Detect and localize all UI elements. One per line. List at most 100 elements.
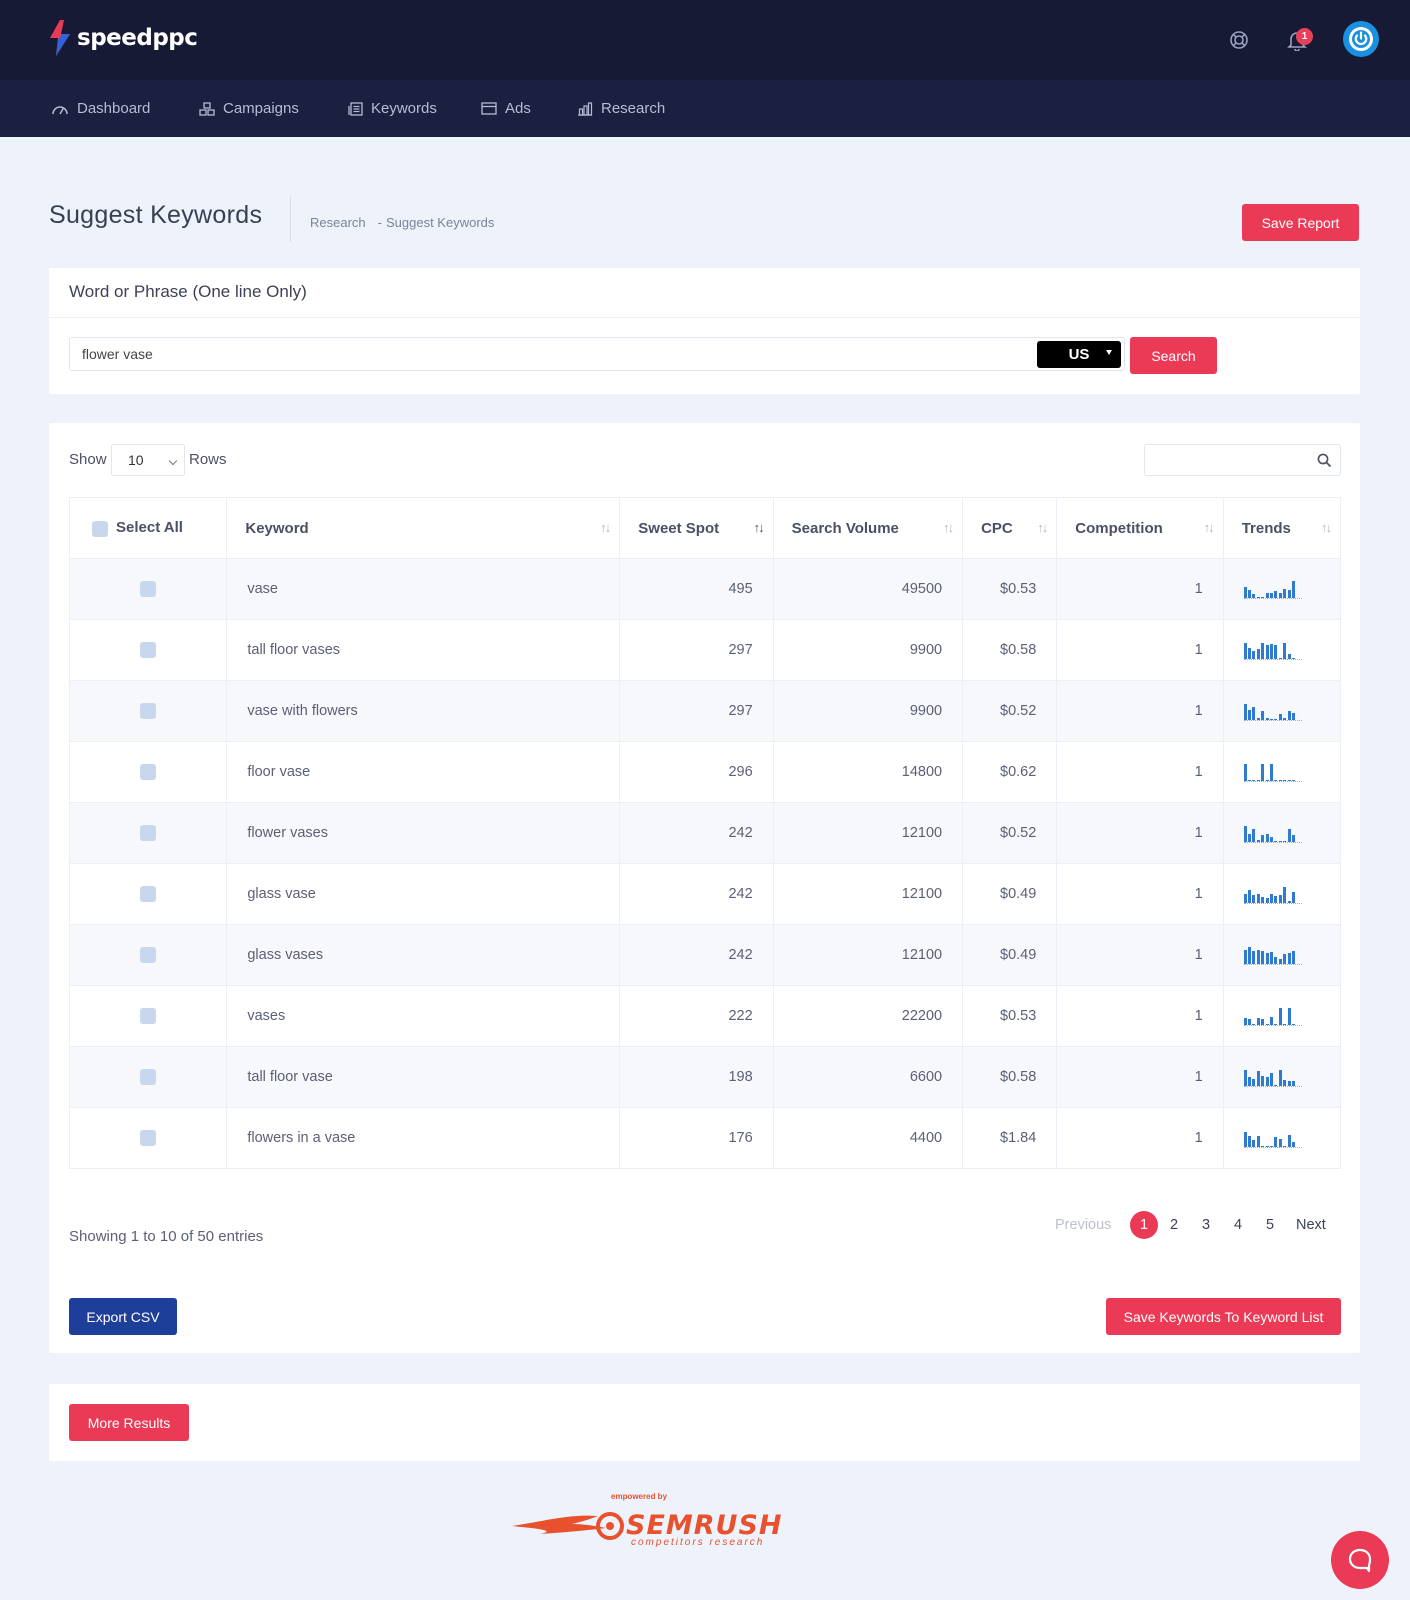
trend-cell [1222, 1107, 1342, 1169]
trend-bar [1261, 1076, 1265, 1086]
search-volume-cell: 49500 [772, 558, 964, 620]
col-trends[interactable]: Trends ↑↓ [1222, 497, 1342, 559]
keyword-cell: tall floor vases [226, 619, 621, 681]
trend-bar [1270, 837, 1274, 842]
pagination-previous[interactable]: Previous [1055, 1211, 1111, 1239]
trend-bar [1248, 1136, 1252, 1147]
brand-name: speedppc [77, 25, 198, 51]
row-checkbox[interactable] [140, 886, 157, 903]
cpc-cell: $0.62 [962, 741, 1058, 803]
col-keyword[interactable]: Keyword ↑↓ [226, 497, 621, 559]
trend-bar [1265, 834, 1269, 842]
row-checkbox[interactable] [140, 1069, 157, 1086]
trend-bar [1261, 711, 1265, 720]
semrush-flame-icon: empowered by SEMRUSH competitors researc… [512, 1492, 782, 1548]
pagination-page-5[interactable]: 5 [1260, 1211, 1280, 1239]
pagination-page-1[interactable]: 1 [1130, 1211, 1158, 1239]
trend-bar [1278, 658, 1282, 659]
trend-bar [1287, 780, 1291, 781]
help-lifebuoy-icon[interactable] [1221, 22, 1257, 58]
export-csv-button[interactable]: Export CSV [69, 1298, 177, 1335]
keyword-cell: vase [226, 558, 621, 620]
trend-bar [1274, 1137, 1278, 1147]
main-nav: Dashboard Campaigns Keywords Ads Researc… [0, 80, 1410, 137]
nav-label: Keywords [371, 100, 437, 117]
nav-dashboard[interactable]: Dashboard [51, 80, 150, 137]
save-report-button[interactable]: Save Report [1242, 204, 1359, 241]
trend-sparkline [1243, 1067, 1302, 1087]
cpc-cell: $0.58 [962, 1046, 1058, 1108]
keyword-search-input[interactable] [69, 337, 1125, 371]
research-icon [578, 101, 593, 116]
nav-ads[interactable]: Ads [481, 80, 531, 137]
row-checkbox[interactable] [140, 764, 157, 781]
trend-bar [1261, 1019, 1265, 1025]
chat-support-button[interactable] [1331, 1531, 1389, 1589]
nav-keywords[interactable]: Keywords [348, 80, 437, 137]
pagination-page-2[interactable]: 2 [1164, 1211, 1184, 1239]
nav-label: Dashboard [77, 100, 151, 117]
country-select[interactable]: US [1037, 341, 1121, 368]
sweet-spot-cell: 222 [619, 985, 774, 1047]
col-label: Competition [1075, 519, 1163, 537]
row-checkbox[interactable] [140, 1008, 157, 1025]
row-checkbox[interactable] [140, 642, 157, 659]
brand-logo[interactable]: speedppc [48, 18, 198, 58]
pagination-page-4[interactable]: 4 [1228, 1211, 1248, 1239]
row-select-cell [68, 558, 228, 620]
search-button[interactable]: Search [1130, 337, 1217, 374]
trend-bar [1265, 953, 1269, 964]
notifications-bell-icon[interactable]: 1 [1279, 22, 1315, 58]
table-filter-input[interactable] [1144, 444, 1341, 476]
cpc-cell: $0.52 [962, 680, 1058, 742]
trend-bar [1278, 1139, 1282, 1147]
col-cpc[interactable]: CPC ↑↓ [962, 497, 1058, 559]
col-competition[interactable]: Competition ↑↓ [1056, 497, 1224, 559]
rows-label: Rows [189, 451, 227, 468]
trend-bar [1252, 780, 1256, 781]
col-select-all[interactable]: Select All [68, 497, 228, 559]
caret-down-icon [1106, 350, 1112, 355]
select-all-checkbox[interactable] [92, 520, 108, 537]
trend-bar [1270, 644, 1274, 659]
trend-bar [1270, 894, 1274, 903]
trend-bar [1274, 719, 1278, 720]
row-checkbox[interactable] [140, 703, 157, 720]
trend-bar [1248, 1077, 1252, 1086]
trend-bar [1278, 780, 1282, 781]
sort-arrows-icon: ↑↓ [1037, 520, 1048, 535]
row-checkbox[interactable] [140, 947, 157, 964]
breadcrumb-research[interactable]: Research [310, 215, 366, 230]
row-checkbox[interactable] [140, 581, 157, 598]
trend-bar [1270, 1073, 1274, 1086]
trend-bar [1261, 835, 1265, 842]
col-search-volume[interactable]: Search Volume ↑↓ [772, 497, 964, 559]
col-label: CPC [981, 519, 1013, 537]
trend-bar [1256, 649, 1260, 659]
show-label: Show [69, 451, 107, 468]
power-logout-icon[interactable] [1343, 21, 1379, 57]
nav-campaigns[interactable]: Campaigns [199, 80, 299, 137]
trend-bar [1243, 1132, 1247, 1147]
pagination-next[interactable]: Next [1296, 1211, 1326, 1239]
more-results-card: More Results [49, 1384, 1360, 1461]
nav-research[interactable]: Research [577, 80, 665, 137]
save-keywords-button[interactable]: Save Keywords To Keyword List [1106, 1298, 1341, 1335]
rows-per-page-select[interactable]: 10 [111, 444, 185, 476]
col-label: Sweet Spot [638, 519, 720, 537]
breadcrumb-current: Suggest Keywords [385, 215, 495, 230]
row-checkbox[interactable] [140, 1130, 157, 1147]
trend-bar [1256, 718, 1260, 720]
trend-bar [1261, 951, 1265, 964]
pagination-page-3[interactable]: 3 [1196, 1211, 1216, 1239]
row-checkbox[interactable] [140, 825, 157, 842]
trend-bar [1278, 1070, 1282, 1086]
search-volume-cell: 4400 [772, 1107, 964, 1169]
trend-bar [1256, 1071, 1260, 1086]
trend-bar [1256, 780, 1260, 781]
more-results-button[interactable]: More Results [69, 1404, 189, 1441]
trend-sparkline [1243, 884, 1302, 904]
col-sweet-spot[interactable]: Sweet Spot ↑↓ [619, 497, 774, 559]
cpc-cell: $1.84 [962, 1107, 1058, 1169]
trend-cell [1222, 924, 1342, 986]
